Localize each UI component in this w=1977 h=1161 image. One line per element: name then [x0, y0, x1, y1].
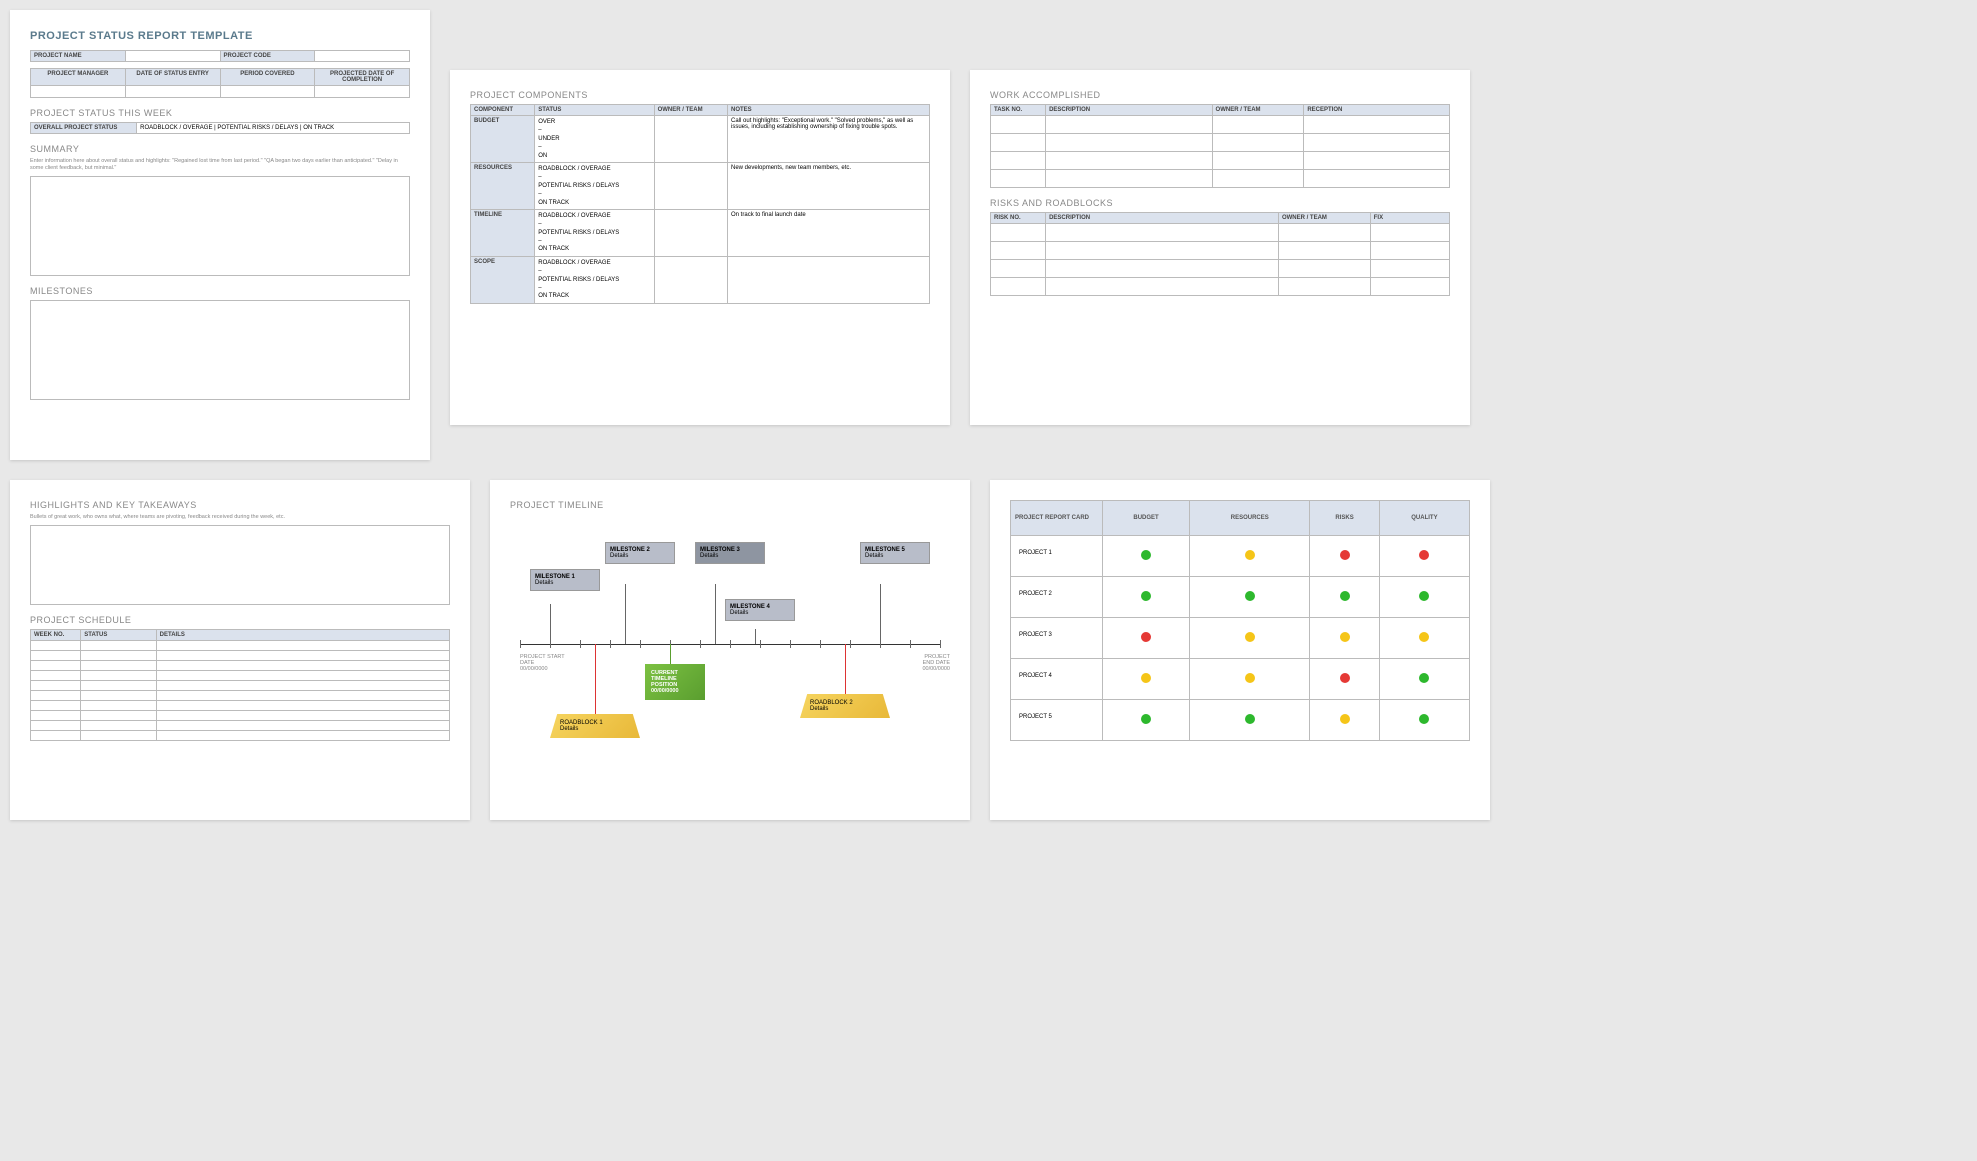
status-dot-icon	[1340, 714, 1350, 724]
status-dot-icon	[1340, 632, 1350, 642]
section-summary: SUMMARY	[30, 144, 410, 154]
col-risks: RISKS	[1310, 501, 1380, 536]
summary-box	[30, 176, 410, 276]
risks-table: RISK NO.DESCRIPTIONOWNER / TEAMFIX	[990, 212, 1450, 296]
milestone-box: MILESTONE 1Details	[530, 569, 600, 591]
page-highlights-schedule: HIGHLIGHTS AND KEY TAKEAWAYS Bullets of …	[10, 480, 470, 820]
section-risks: RISKS AND ROADBLOCKS	[990, 198, 1450, 208]
status-dot-icon	[1245, 550, 1255, 560]
table-row: PROJECT 1	[1011, 536, 1470, 577]
section-milestones: MILESTONES	[30, 286, 410, 296]
status-dot-icon	[1141, 714, 1151, 724]
label-pm: PROJECT MANAGER	[31, 69, 126, 86]
col-quality: QUALITY	[1379, 501, 1469, 536]
table-row: BUDGETOVER – UNDER – ONCall out highligh…	[471, 116, 930, 163]
current-position-note: CURRENTTIMELINEPOSITION00/00/0000	[645, 664, 705, 700]
highlights-box	[30, 525, 450, 605]
section-work: WORK ACCOMPLISHED	[990, 90, 1450, 100]
section-schedule: PROJECT SCHEDULE	[30, 615, 450, 625]
status-dot-icon	[1141, 632, 1151, 642]
page-status-report: PROJECT STATUS REPORT TEMPLATE PROJECT N…	[10, 10, 430, 460]
status-dot-icon	[1419, 632, 1429, 642]
section-highlights: HIGHLIGHTS AND KEY TAKEAWAYS	[30, 500, 450, 510]
status-dot-icon	[1245, 673, 1255, 683]
table-row: TIMELINEROADBLOCK / OVERAGE – POTENTIAL …	[471, 209, 930, 256]
status-dot-icon	[1245, 714, 1255, 724]
highlights-note: Bullets of great work, who owns what, wh…	[30, 514, 450, 521]
status-dot-icon	[1141, 591, 1151, 601]
status-dot-icon	[1419, 714, 1429, 724]
table-row: SCOPEROADBLOCK / OVERAGE – POTENTIAL RIS…	[471, 256, 930, 303]
section-timeline: PROJECT TIMELINE	[510, 500, 950, 510]
page-report-card: PROJECT REPORT CARD BUDGET RESOURCES RIS…	[990, 480, 1490, 820]
status-dot-icon	[1340, 673, 1350, 683]
roadblock-box: ROADBLOCK 2Details	[800, 694, 890, 718]
timeline-end-label: PROJECTEND DATE00/00/0000	[880, 654, 950, 672]
meta-table-2: PROJECT MANAGER DATE OF STATUS ENTRY PER…	[30, 68, 410, 98]
label-project-code: PROJECT CODE	[220, 51, 315, 62]
col-project: PROJECT REPORT CARD	[1011, 501, 1103, 536]
components-table: COMPONENT STATUS OWNER / TEAM NOTES BUDG…	[470, 104, 930, 304]
summary-note: Enter information here about overall sta…	[30, 158, 410, 172]
label-projected-completion: PROJECTED DATE OF COMPLETION	[315, 69, 410, 86]
milestone-box: MILESTONE 4Details	[725, 599, 795, 621]
status-dot-icon	[1141, 673, 1151, 683]
table-row: PROJECT 4	[1011, 659, 1470, 700]
page-title: PROJECT STATUS REPORT TEMPLATE	[30, 30, 410, 42]
status-dot-icon	[1419, 673, 1429, 683]
label-period-covered: PERIOD COVERED	[220, 69, 315, 86]
timeline-start-label: PROJECT STARTDATE00/00/0000	[520, 654, 590, 672]
col-notes: NOTES	[728, 105, 930, 116]
col-component: COMPONENT	[471, 105, 535, 116]
label-project-name: PROJECT NAME	[31, 51, 126, 62]
page-timeline: PROJECT TIMELINE PROJECT STARTDATE00/00/…	[490, 480, 970, 820]
col-owner: OWNER / TEAM	[654, 105, 727, 116]
col-status: STATUS	[535, 105, 654, 116]
section-components: PROJECT COMPONENTS	[470, 90, 930, 100]
milestone-box: MILESTONE 3Details	[695, 542, 765, 564]
milestone-box: MILESTONE 2Details	[605, 542, 675, 564]
milestone-box: MILESTONE 5Details	[860, 542, 930, 564]
report-card-table: PROJECT REPORT CARD BUDGET RESOURCES RIS…	[1010, 500, 1470, 741]
table-row: PROJECT 5	[1011, 700, 1470, 741]
timeline: PROJECT STARTDATE00/00/0000 PROJECTEND D…	[510, 514, 950, 794]
status-dot-icon	[1245, 591, 1255, 601]
status-dot-icon	[1245, 632, 1255, 642]
table-row: RESOURCESROADBLOCK / OVERAGE – POTENTIAL…	[471, 162, 930, 209]
label-date-status-entry: DATE OF STATUS ENTRY	[125, 69, 220, 86]
table-row: PROJECT 2	[1011, 577, 1470, 618]
status-dot-icon	[1340, 591, 1350, 601]
roadblock-box: ROADBLOCK 1Details	[550, 714, 640, 738]
meta-table-1: PROJECT NAME PROJECT CODE	[30, 50, 410, 62]
status-dot-icon	[1419, 550, 1429, 560]
label-overall-status: OVERALL PROJECT STATUS	[31, 123, 137, 134]
status-row-table: OVERALL PROJECT STATUSROADBLOCK / OVERAG…	[30, 122, 410, 134]
status-dot-icon	[1340, 550, 1350, 560]
status-dot-icon	[1141, 550, 1151, 560]
page-work-risks: WORK ACCOMPLISHED TASK NO.DESCRIPTIONOWN…	[970, 70, 1470, 425]
status-options: ROADBLOCK / OVERAGE | POTENTIAL RISKS / …	[137, 123, 410, 134]
work-table: TASK NO.DESCRIPTIONOWNER / TEAMRECEPTION	[990, 104, 1450, 188]
schedule-table: WEEK NO.STATUSDETAILS	[30, 629, 450, 741]
col-budget: BUDGET	[1102, 501, 1190, 536]
page-components: PROJECT COMPONENTS COMPONENT STATUS OWNE…	[450, 70, 950, 425]
table-row: PROJECT 3	[1011, 618, 1470, 659]
milestones-box	[30, 300, 410, 400]
status-dot-icon	[1419, 591, 1429, 601]
section-status-week: PROJECT STATUS THIS WEEK	[30, 108, 410, 118]
col-resources: RESOURCES	[1190, 501, 1310, 536]
